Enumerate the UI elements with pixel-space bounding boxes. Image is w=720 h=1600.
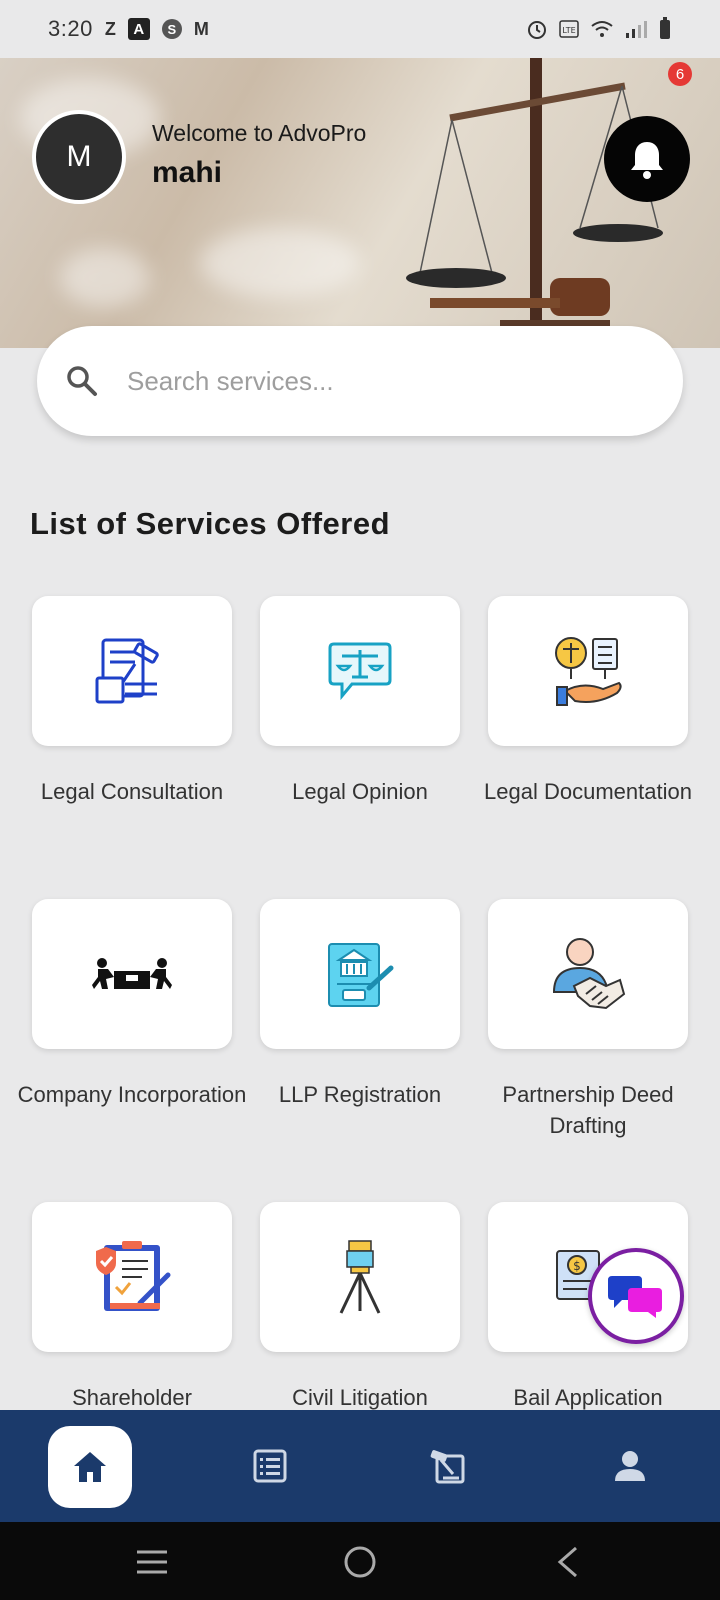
svg-text:$: $ (573, 1259, 581, 1273)
person-icon (615, 1451, 645, 1481)
service-card[interactable] (488, 596, 688, 746)
nav-legal-button[interactable] (420, 1438, 476, 1494)
volte-icon: LTE (559, 20, 579, 38)
gmail-icon: M (193, 18, 209, 39)
nav-profile-button[interactable] (602, 1438, 658, 1494)
service-partnership-deed[interactable]: Partnership Deed Drafting (488, 899, 688, 1141)
wifi-icon (591, 21, 613, 37)
gavel-document-icon (430, 1450, 465, 1484)
service-label: LLP Registration (278, 1082, 442, 1107)
service-label: Bail Application (513, 1385, 663, 1410)
signal-icon (626, 21, 647, 38)
llp-registration-icon (328, 943, 394, 1007)
service-legal-consultation[interactable]: Legal Consultation (32, 596, 232, 807)
service-legal-documentation[interactable]: Legal Documentation (484, 596, 692, 807)
service-card[interactable] (260, 596, 460, 746)
notification-button[interactable] (604, 116, 690, 202)
chat-button[interactable] (588, 1248, 684, 1344)
welcome-text: Welcome to AdvoPro (152, 120, 367, 146)
home-icon (74, 1452, 106, 1482)
company-incorporation-icon (92, 958, 172, 989)
service-card[interactable] (260, 899, 460, 1049)
status-bar: 3:20 Z A S M LTE (0, 0, 720, 58)
z-app-icon: Z (104, 18, 116, 39)
avatar[interactable]: M (32, 110, 126, 204)
service-legal-opinion[interactable]: Legal Opinion (260, 596, 460, 807)
service-card[interactable] (260, 1202, 460, 1352)
username: mahi (152, 156, 223, 189)
service-label: Civil Litigation (292, 1385, 428, 1410)
bell-icon (631, 142, 663, 179)
search-input[interactable] (127, 365, 607, 397)
s-app-icon: S (161, 19, 182, 39)
battery-icon (660, 17, 670, 39)
header-banner: M Welcome to AdvoPro mahi (0, 58, 720, 348)
service-company-incorporation[interactable]: Company Incorporation (18, 899, 246, 1110)
home-system-button[interactable] (338, 1540, 382, 1584)
service-shareholder[interactable]: Shareholder (32, 1202, 232, 1413)
service-label: Company Incorporation (17, 1082, 247, 1107)
service-card[interactable] (32, 899, 232, 1049)
section-title: List of Services Offered (30, 506, 391, 541)
civil-litigation-icon (339, 1240, 381, 1314)
service-label: Legal Documentation (484, 779, 692, 804)
service-card[interactable] (32, 1202, 232, 1352)
back-chevron-icon (557, 1546, 577, 1578)
service-llp-registration[interactable]: LLP Registration (260, 899, 460, 1110)
alarm-icon (528, 21, 546, 39)
system-navigation-bar (0, 1522, 720, 1600)
search-icon (67, 366, 97, 396)
service-label: Shareholder (72, 1385, 192, 1410)
service-card[interactable] (32, 596, 232, 746)
recents-icon (137, 1550, 167, 1574)
service-label: Legal Consultation (40, 779, 224, 804)
shareholder-icon (96, 1241, 171, 1311)
service-civil-litigation[interactable]: Civil Litigation (260, 1202, 460, 1413)
nav-home-button[interactable] (48, 1426, 132, 1508)
back-button[interactable] (546, 1540, 590, 1584)
service-card[interactable] (488, 899, 688, 1049)
chat-bubbles-icon (608, 1276, 662, 1318)
justice-scales-image (406, 58, 663, 336)
list-icon (253, 1449, 287, 1483)
legal-opinion-icon (328, 642, 392, 701)
service-label: Partnership Deed Drafting (502, 1082, 674, 1138)
a-app-icon: A (127, 18, 150, 40)
service-label: Legal Opinion (292, 779, 428, 804)
legal-documentation-icon (555, 637, 622, 706)
recents-button[interactable] (130, 1540, 174, 1584)
circle-home-icon (344, 1546, 376, 1578)
nav-list-button[interactable] (242, 1438, 298, 1494)
notification-badge: 6 (668, 62, 692, 86)
partnership-deed-icon (552, 938, 626, 1010)
legal-consultation-icon (95, 638, 159, 704)
svg-text:LTE: LTE (562, 26, 575, 35)
search-bar[interactable] (37, 326, 683, 436)
bottom-navigation (0, 1410, 720, 1522)
status-time: 3:20 (48, 16, 93, 41)
